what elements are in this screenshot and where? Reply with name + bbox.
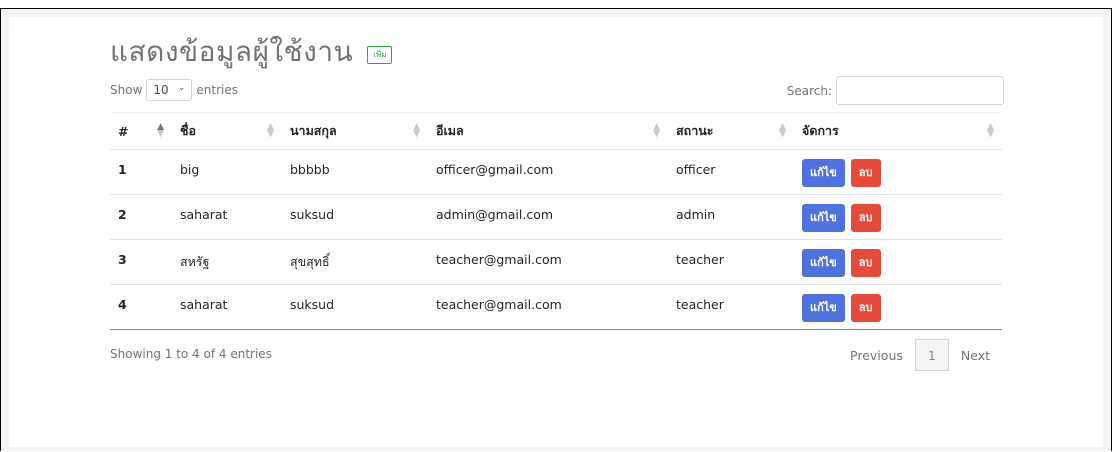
table-info: Showing 1 to 4 of 4 entries: [110, 347, 272, 361]
sort-icon: ▲ ▼: [267, 122, 274, 139]
entries-length-control: Show 10 ⌄ entries: [110, 79, 238, 101]
first-name-cell: big: [172, 149, 282, 195]
entries-select[interactable]: 10 ⌄: [146, 79, 193, 101]
delete-button[interactable]: ลบ: [850, 249, 881, 277]
next-button[interactable]: Next: [949, 348, 1002, 363]
row-number: 1: [110, 149, 172, 195]
header: แสดงข้อมูลผู้ใช้งาน เพิ่ม: [110, 30, 393, 74]
search-input[interactable]: [836, 76, 1004, 105]
status-cell: admin: [668, 194, 794, 240]
page-button-current[interactable]: 1: [914, 339, 949, 371]
chevron-down-icon: ⌄: [177, 83, 186, 93]
actions-cell: แก้ไข ลบ: [794, 284, 1002, 330]
sort-icon: ▲ ▼: [987, 122, 994, 139]
sort-icon: ▲ ▼: [413, 122, 420, 139]
search-control: Search:: [787, 76, 1004, 105]
column-header-status[interactable]: สถานะ ▲ ▼: [668, 112, 794, 150]
last-name-cell: suksud: [282, 284, 428, 330]
pagination: Previous 1 Next: [838, 339, 1002, 371]
first-name-cell: saharat: [172, 194, 282, 240]
actions-cell: แก้ไข ลบ: [794, 149, 1002, 195]
status-cell: teacher: [668, 284, 794, 330]
first-name-cell: สหรัฐ: [172, 239, 282, 285]
last-name-cell: สุขสุทธิ์: [282, 239, 428, 285]
last-name-cell: bbbbb: [282, 149, 428, 195]
entries-select-value: 10: [153, 83, 169, 97]
edit-button[interactable]: แก้ไข: [802, 204, 845, 232]
sort-icon: ▲ ▼: [653, 122, 660, 139]
delete-button[interactable]: ลบ: [850, 159, 881, 187]
delete-button[interactable]: ลบ: [850, 294, 881, 322]
search-label: Search:: [786, 83, 832, 98]
table-row: 2 saharat suksud admin@gmail.com admin แ…: [110, 194, 1002, 240]
entries-label: entries: [196, 83, 238, 97]
previous-button[interactable]: Previous: [838, 348, 915, 363]
users-table: # ▲ ▼ ชื่อ ▲ ▼ นามสกุล ▲ ▼ อีเมล ▲ ▼ สถานะ ▲ ▼ จัด…: [110, 112, 1002, 330]
delete-button[interactable]: ลบ: [850, 204, 881, 232]
email-cell: teacher@gmail.com: [428, 239, 668, 285]
table-row: 1 big bbbbb officer@gmail.com officer แก…: [110, 149, 1002, 195]
row-number: 3: [110, 239, 172, 285]
status-cell: officer: [668, 149, 794, 195]
actions-cell: แก้ไข ลบ: [794, 239, 1002, 285]
sort-icon: ▲ ▼: [157, 122, 164, 139]
column-header-email[interactable]: อีเมล ▲ ▼: [428, 112, 668, 150]
edit-button[interactable]: แก้ไข: [802, 294, 845, 322]
column-header-num[interactable]: # ▲ ▼: [110, 112, 172, 150]
page-title: แสดงข้อมูลผู้ใช้งาน: [110, 35, 354, 68]
show-label: Show: [110, 83, 143, 97]
row-number: 4: [110, 284, 172, 330]
row-number: 2: [110, 194, 172, 240]
edit-button[interactable]: แก้ไข: [802, 159, 845, 187]
edit-button[interactable]: แก้ไข: [802, 249, 845, 277]
status-cell: teacher: [668, 239, 794, 285]
table-row: 3 สหรัฐ สุขสุทธิ์ teacher@gmail.com teac…: [110, 239, 1002, 285]
actions-cell: แก้ไข ลบ: [794, 194, 1002, 240]
column-header-last-name[interactable]: นามสกุล ▲ ▼: [282, 112, 428, 150]
sort-icon: ▲ ▼: [779, 122, 786, 139]
email-cell: teacher@gmail.com: [428, 284, 668, 330]
first-name-cell: saharat: [172, 284, 282, 330]
table-header-row: # ▲ ▼ ชื่อ ▲ ▼ นามสกุล ▲ ▼ อีเมล ▲ ▼ สถานะ ▲ ▼ จัด…: [110, 112, 1002, 150]
column-header-first-name[interactable]: ชื่อ ▲ ▼: [172, 112, 282, 150]
column-header-actions[interactable]: จัดการ ▲ ▼: [794, 112, 1002, 150]
table-row: 4 saharat suksud teacher@gmail.com teach…: [110, 284, 1002, 330]
add-button[interactable]: เพิ่ม: [367, 46, 393, 64]
email-cell: admin@gmail.com: [428, 194, 668, 240]
last-name-cell: suksud: [282, 194, 428, 240]
email-cell: officer@gmail.com: [428, 149, 668, 195]
